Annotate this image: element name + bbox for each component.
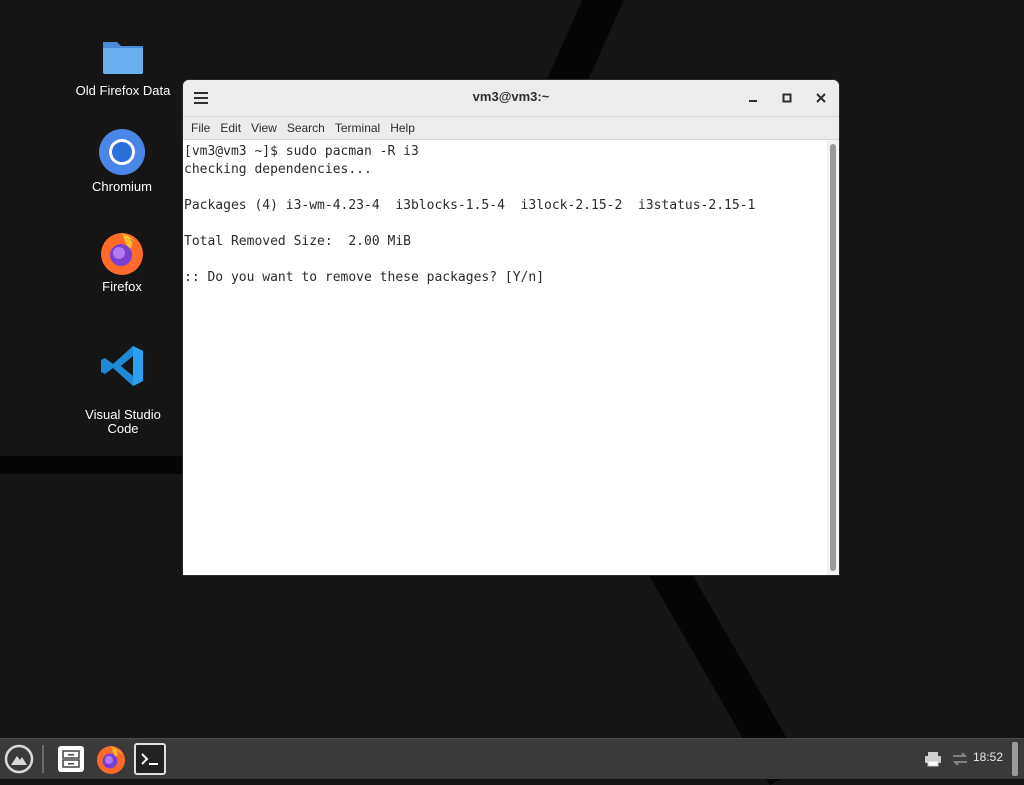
menu-view[interactable]: View <box>246 117 282 135</box>
terminal-scrollbar[interactable] <box>827 140 839 575</box>
printer-icon[interactable] <box>924 750 942 768</box>
show-desktop-button[interactable] <box>1012 742 1018 776</box>
window-titlebar[interactable]: vm3@vm3:~ <box>183 80 839 117</box>
desktop-icon-label: Firefox <box>102 279 142 294</box>
menu-terminal[interactable]: Terminal <box>330 117 385 135</box>
terminal-icon[interactable] <box>134 743 166 775</box>
window-title: vm3@vm3:~ <box>472 89 550 104</box>
menu-help[interactable]: Help <box>385 117 420 135</box>
desktop-icon-chromium[interactable]: Chromium <box>67 128 177 194</box>
desktop-icon-label: Chromium <box>92 179 152 194</box>
maximize-icon[interactable] <box>779 90 795 106</box>
terminal-window[interactable]: vm3@vm3:~ File Edit View Search Terminal Help… <box>183 80 839 575</box>
vscode-icon <box>101 346 143 386</box>
wallpaper-stripe <box>0 456 184 474</box>
menu-search[interactable]: Search <box>282 117 330 135</box>
taskbar: 18:52 <box>0 738 1024 779</box>
start-menu-icon[interactable] <box>3 743 35 775</box>
firefox-icon <box>101 233 143 275</box>
terminal-line: Packages (4) i3-wm-4.23-4 i3blocks-1.5-4… <box>184 198 756 213</box>
terminal-line: Total Removed Size: 2.00 MiB <box>184 234 411 249</box>
desktop-icon-label: Visual Studio Code <box>85 407 161 436</box>
taskbar-separator <box>42 745 44 773</box>
menu-file[interactable]: File <box>186 117 215 135</box>
network-icon[interactable] <box>951 750 969 768</box>
chromium-icon <box>99 129 145 175</box>
folder-icon <box>103 42 143 74</box>
terminal-output[interactable]: [vm3@vm3 ~]$ sudo pacman -R i3 checking d… <box>183 140 827 575</box>
menu-bar: File Edit View Search Terminal Help <box>183 117 839 140</box>
terminal-line: checking dependencies... <box>184 162 372 177</box>
terminal-line: :: Do you want to remove these packages?… <box>184 270 545 285</box>
desktop-icon-vscode[interactable]: Visual Studio Code <box>68 328 178 436</box>
firefox-icon[interactable] <box>95 743 127 775</box>
close-icon[interactable] <box>813 90 829 106</box>
desktop-icon-firefox[interactable]: Firefox <box>67 228 177 294</box>
desktop-icon-old-firefox-data[interactable]: Old Firefox Data <box>68 32 178 98</box>
desktop-icon-label: Old Firefox Data <box>75 83 171 98</box>
menu-edit[interactable]: Edit <box>215 117 246 135</box>
file-manager-icon[interactable] <box>55 743 87 775</box>
taskbar-clock[interactable]: 18:52 <box>973 750 1003 764</box>
minimize-icon[interactable] <box>745 90 761 106</box>
scrollbar-thumb[interactable] <box>830 144 836 571</box>
terminal-line: [vm3@vm3 ~]$ sudo pacman -R i3 <box>184 144 419 159</box>
